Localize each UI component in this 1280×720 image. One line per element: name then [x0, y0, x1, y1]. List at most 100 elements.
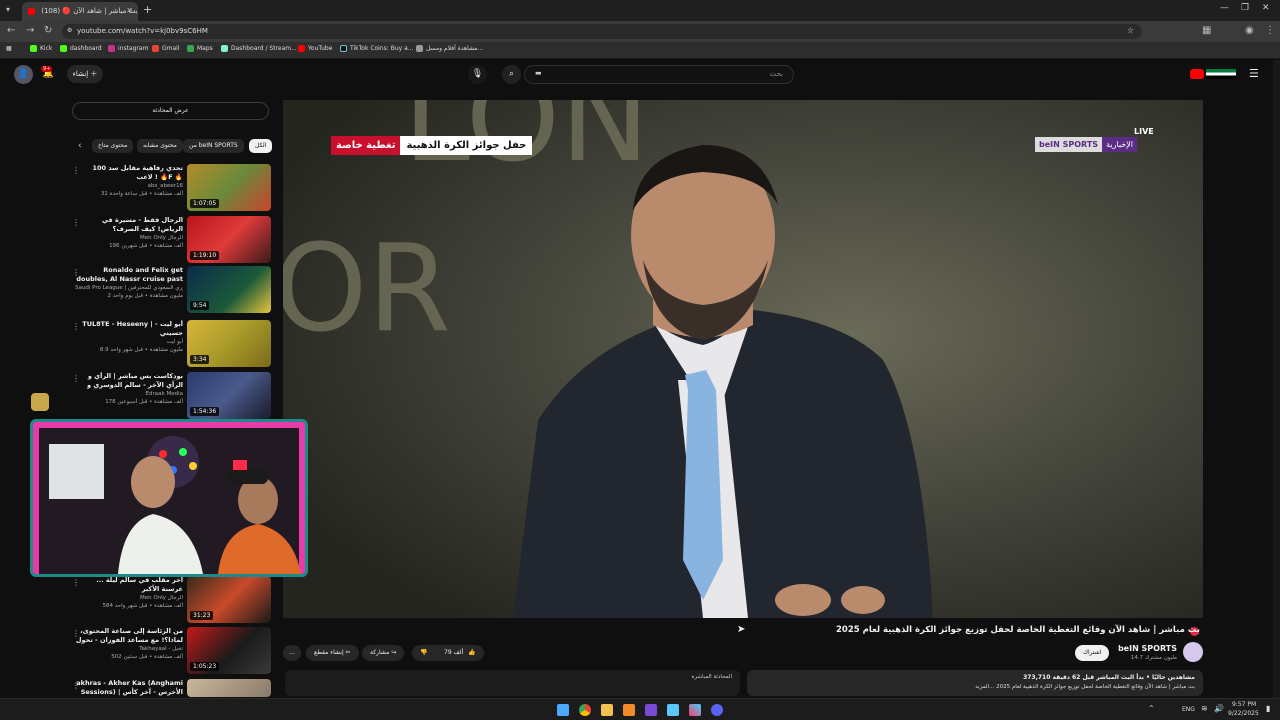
file-explorer-icon[interactable] [601, 704, 613, 716]
video-thumbnail[interactable]: 1:54:36 [187, 372, 271, 419]
video-player[interactable]: LON OR تغطية خاصة حفل جوائز الكرة الذهبي… [283, 100, 1203, 618]
create-button[interactable]: إنشاء ＋ [67, 65, 103, 83]
keyboard-icon[interactable]: ▬ [535, 69, 542, 77]
bookmark-gmail[interactable]: Gmail [152, 45, 180, 52]
tab-title: (108) 🔴 بث مباشر | شاهد الآن [41, 7, 138, 15]
channel-name[interactable]: Takhayaal - تخيل [75, 645, 183, 653]
list-item[interactable]: ⋮ بودكاست بس مباشر | الرأي و الرأي الآخر… [68, 372, 273, 422]
youtube-logo[interactable] [1190, 69, 1204, 79]
notification-center-icon[interactable]: ▮ [1266, 704, 1270, 713]
more-actions-button[interactable]: ... [283, 645, 301, 661]
extensions-icon[interactable]: ▦ [1202, 25, 1211, 36]
clip-button[interactable]: إنشاء مقطع ✂ [306, 645, 359, 661]
search-button-icon[interactable]: ⌕ [502, 65, 521, 84]
video-title[interactable]: تحدي رفاهية مقابل سد 100 لاعب ! 🔥F 🔥 [75, 164, 183, 182]
menu-kebab-icon[interactable]: ⋮ [1265, 25, 1275, 36]
video-title[interactable]: TUL8TE - Heseeny | أبو ليت - حسيني [75, 320, 183, 338]
show-chat-button[interactable]: عرض المحادثة [72, 102, 269, 120]
list-item[interactable]: ⋮ الرجال فقط - مسيرة في الرياض! كيف الصر… [68, 216, 273, 266]
like-icon[interactable]: 👍 [468, 645, 475, 661]
reload-icon[interactable]: ↻ [44, 25, 52, 36]
channel-name[interactable]: Saudi Pro League | الدوري السعودي للمحتر… [75, 284, 183, 292]
chip-from-channel[interactable]: من beIN SPORTS [183, 139, 244, 153]
page-scrollbar[interactable] [1273, 60, 1280, 698]
app-purple-icon[interactable] [645, 704, 657, 716]
app-orange-icon[interactable] [623, 704, 635, 716]
voice-search-mic-icon[interactable]: 🎙 [468, 65, 487, 84]
video-title[interactable]: akhras - Akher Kas (Anghami Sessions) | … [75, 679, 183, 697]
chip-similar[interactable]: محتوى مشابه [137, 139, 183, 153]
tray-chevron-icon[interactable]: ⌃ [1148, 704, 1155, 713]
tab-search-icon[interactable]: ▾ [6, 5, 10, 14]
channel-name[interactable]: Men Only الرجال [75, 234, 183, 242]
back-icon[interactable]: ← [7, 25, 15, 36]
list-item[interactable]: ⋮ akhras - Akher Kas (Anghami Sessions) … [68, 679, 273, 697]
subscribe-button[interactable]: اشتراك [1075, 645, 1110, 661]
bookmark-dashboard[interactable]: dashboard [60, 45, 102, 52]
app-multicolor-icon[interactable] [689, 704, 701, 716]
video-title[interactable]: من الرئاسة إلى صناعة المحتوى، لماذا؟! مع… [75, 627, 183, 645]
account-avatar[interactable]: 👤 [14, 65, 33, 84]
channel-name[interactable]: abs_abeer16 [75, 182, 183, 190]
hamburger-menu-icon[interactable]: ☰ [1249, 67, 1259, 80]
bookmark-instagram[interactable]: instagram [108, 45, 148, 52]
video-title[interactable]: Ronaldo and Felix get doubles, Al Nassr … [75, 266, 183, 284]
bookmark-streamlabs[interactable]: Dashboard / Stream... [221, 45, 297, 52]
video-title[interactable]: الرجال فقط - مسيرة في الرياض! كيف الصرف؟ [75, 216, 183, 234]
video-thumbnail[interactable]: 31:23 [187, 576, 271, 623]
video-thumbnail[interactable]: 1:19:10 [187, 216, 271, 263]
channel-name[interactable]: أبو ليت [75, 338, 183, 346]
forward-icon[interactable]: → [26, 25, 34, 36]
chrome-icon[interactable] [579, 704, 591, 716]
description-box[interactable]: 373,710 مشاهدين حاليًا • بدأ البث المباش… [747, 670, 1203, 696]
discord-icon[interactable] [711, 704, 723, 716]
list-item[interactable]: ⋮ ... آخر مقلب في سالم ليلة عرسنة الأكبر… [68, 576, 273, 626]
apps-grid-icon[interactable]: ▦ [6, 45, 12, 52]
wifi-icon[interactable]: ≋ [1201, 704, 1208, 713]
channel-name[interactable]: Edraak Media [75, 390, 183, 398]
search-input[interactable]: ▬ بحث [524, 65, 794, 84]
channel-name[interactable]: Men Only الرجال [75, 594, 183, 602]
dislike-icon[interactable]: 👎 [420, 645, 427, 661]
video-thumbnail[interactable]: 3:34 [187, 320, 271, 367]
clock-time[interactable]: 9:57 PM [1232, 701, 1256, 708]
address-bar[interactable]: ⚙ youtube.com/watch?v=kj0bv9sC6HM ☆ [62, 24, 1142, 39]
chip-related[interactable]: محتوى متاح [92, 139, 134, 153]
close-window-button[interactable]: ✕ [1262, 3, 1270, 13]
bookmark-kick[interactable]: Kick [30, 45, 52, 52]
bookmark-youtube[interactable]: YouTube [298, 45, 332, 52]
bookmark-maps[interactable]: Maps [187, 45, 213, 52]
list-item[interactable]: ⋮ TUL8TE - Heseeny | أبو ليت - حسيني أبو … [68, 320, 273, 370]
new-tab-button[interactable]: + [143, 3, 152, 16]
bookmark-star-icon[interactable]: ☆ [1127, 26, 1134, 35]
video-thumbnail[interactable]: 1:05:23 [187, 627, 271, 674]
maximize-button[interactable]: ❐ [1241, 3, 1249, 13]
bookmark-movies[interactable]: مشاهدة أفلام ومسل... [416, 45, 483, 52]
chip-all[interactable]: الكل [249, 139, 273, 153]
like-dislike-group[interactable]: 👎 79 ألف 👍 [412, 645, 484, 661]
windows-start-icon[interactable] [557, 704, 569, 716]
keyboard-language[interactable]: ENG [1182, 706, 1195, 713]
video-title[interactable]: ... آخر مقلب في سالم ليلة عرسنة الأكبر [75, 576, 183, 594]
video-thumbnail[interactable]: 1:07:05 [187, 164, 271, 211]
profile-icon[interactable]: ◉ [1245, 25, 1254, 36]
video-thumbnail[interactable]: 9:54 [187, 266, 271, 313]
clock-date[interactable]: 9/22/2025 [1228, 710, 1259, 717]
close-tab-icon[interactable]: ✕ [126, 6, 133, 15]
list-item[interactable]: ⋮ من الرئاسة إلى صناعة المحتوى، لماذا؟! … [68, 627, 273, 677]
site-info-icon[interactable]: ⚙ [67, 27, 72, 34]
browser-tab-active[interactable]: (108) 🔴 بث مباشر | شاهد الآن ✕ [22, 2, 138, 21]
chips-prev-icon[interactable]: ‹ [78, 141, 82, 151]
share-button[interactable]: مشاركة ↪ [362, 645, 405, 661]
live-chat-preview[interactable]: المحادثة المباشرة [285, 670, 740, 696]
channel-avatar[interactable] [1183, 642, 1203, 662]
channel-name-main[interactable]: beIN SPORTS [1100, 644, 1177, 653]
volume-icon[interactable]: 🔊 [1214, 704, 1224, 713]
minimize-button[interactable]: — [1220, 3, 1229, 13]
list-item[interactable]: ⋮ تحدي رفاهية مقابل سد 100 لاعب ! 🔥F 🔥 ab… [68, 164, 273, 214]
video-thumbnail[interactable] [187, 679, 271, 697]
video-title[interactable]: بودكاست بس مباشر | الرأي و الرأي الآخر -… [75, 372, 183, 390]
notepad-icon[interactable] [667, 704, 679, 716]
list-item[interactable]: ⋮ Ronaldo and Felix get doubles, Al Nass… [68, 266, 273, 316]
bookmark-tiktok[interactable]: TikTok Coins: Buy a... [340, 45, 413, 52]
